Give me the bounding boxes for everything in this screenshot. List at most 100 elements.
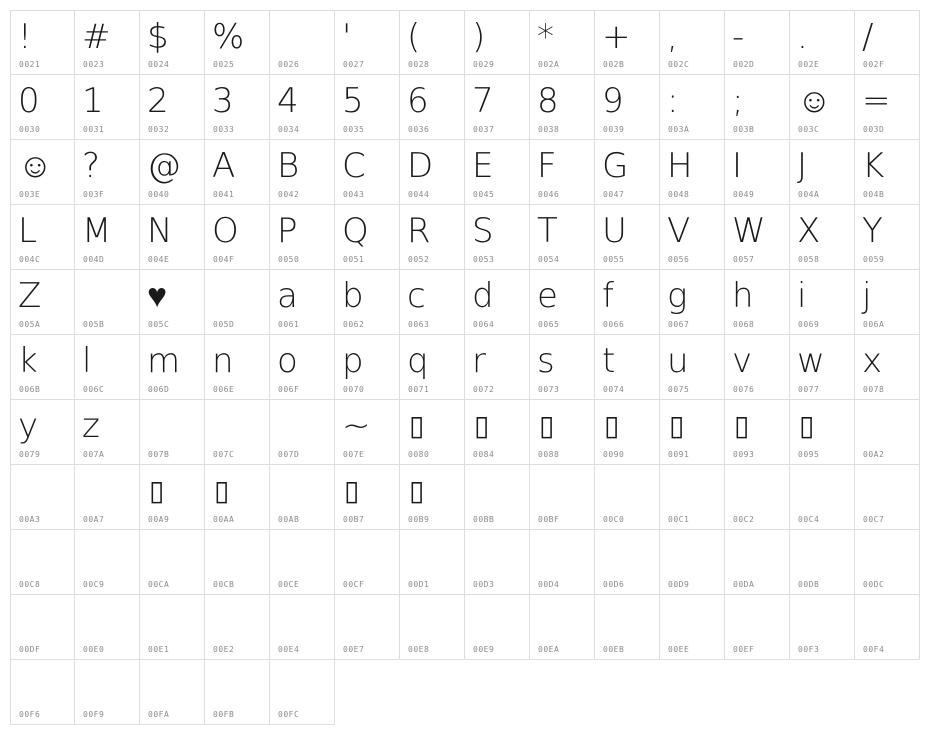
glyph-cell: z 007A (75, 400, 140, 465)
glyph-cell: ☺ 003C (790, 75, 855, 140)
glyph-cell: c 0063 (400, 270, 465, 335)
glyph-sample: ? (82, 146, 101, 186)
glyph-sample: g (667, 276, 688, 316)
glyph-cell: q 0071 (400, 335, 465, 400)
glyph-sample: V (667, 211, 691, 251)
glyph-codepoint-label: 005A (19, 320, 41, 329)
glyph-cell: ▯ 00B7 (335, 465, 400, 530)
glyph-cell: s 0073 (530, 335, 595, 400)
glyph-cell: = 003D (855, 75, 920, 140)
glyph-sample: n (212, 341, 234, 381)
glyph-cell: b 0062 (335, 270, 400, 335)
glyph-cell: w 0077 (790, 335, 855, 400)
glyph-sample: U (602, 211, 627, 251)
glyph-cell: y 0079 (10, 400, 75, 465)
glyph-codepoint-label: 0076 (733, 385, 755, 394)
glyph-codepoint-label: 003A (668, 125, 690, 134)
glyph-codepoint-label: 004C (19, 255, 41, 264)
glyph-cell: Z 005A (10, 270, 75, 335)
glyph-sample: J (797, 146, 808, 186)
glyph-codepoint-label: 0043 (343, 190, 365, 199)
glyph-codepoint-label: 0028 (408, 60, 430, 69)
glyph-codepoint-label: 0045 (473, 190, 495, 199)
glyph-codepoint-label: 00CB (213, 580, 235, 589)
glyph-codepoint-label: 00C9 (83, 580, 105, 589)
glyph-codepoint-label: 00FB (213, 710, 235, 719)
glyph-cell: ▯ 00A9 (140, 465, 205, 530)
glyph-codepoint-label: 005C (148, 320, 170, 329)
glyph-codepoint-label: 0084 (473, 450, 495, 459)
glyph-cell: ~007E (335, 400, 400, 465)
glyph-sample: O (212, 211, 239, 251)
glyph-cell: v 0076 (725, 335, 790, 400)
glyph-cell: S 0053 (465, 205, 530, 270)
glyph-cell: Q 0051 (335, 205, 400, 270)
glyph-codepoint-label: 0052 (408, 255, 430, 264)
glyph-cell: D 0044 (400, 140, 465, 205)
glyph-cell: x 0078 (855, 335, 920, 400)
glyph-codepoint-label: 0047 (603, 190, 625, 199)
glyph-codepoint-label: 00A9 (148, 515, 170, 524)
glyph-codepoint-label: 0091 (668, 450, 690, 459)
glyph-cell: #0023 (75, 10, 140, 75)
glyph-cell: G 0047 (595, 140, 660, 205)
glyph-codepoint-label: 002B (603, 60, 625, 69)
glyph-cell: 00BB (465, 465, 530, 530)
glyph-codepoint-label: 00B9 (408, 515, 430, 524)
glyph-cell: 00C7 (855, 465, 920, 530)
glyph-codepoint-label: 0026 (278, 60, 300, 69)
glyph-cell: 2 0032 (140, 75, 205, 140)
glyph-codepoint-label: 0067 (668, 320, 690, 329)
glyph-codepoint-label: 0065 (538, 320, 560, 329)
glyph-codepoint-label: 0078 (863, 385, 885, 394)
glyph-sample: ▯ (604, 409, 620, 442)
glyph-cell: 007B (140, 400, 205, 465)
glyph-cell: E 0045 (465, 140, 530, 205)
glyph-cell: 00CE (270, 530, 335, 595)
glyph-codepoint-label: 007C (213, 450, 235, 459)
glyph-codepoint-label: 00E8 (408, 645, 430, 654)
glyph-sample: q (407, 341, 429, 381)
glyph-codepoint-label: 00D1 (408, 580, 430, 589)
glyph-cell: 00CA (140, 530, 205, 595)
glyph-codepoint-label: 0021 (19, 60, 41, 69)
glyph-sample: # (82, 17, 111, 57)
glyph-cell: k 006B (10, 335, 75, 400)
glyph-cell: A 0041 (205, 140, 270, 205)
glyph-sample: ☺ (797, 81, 832, 121)
glyph-codepoint-label: 0073 (538, 385, 560, 394)
glyph-codepoint-label: 0025 (213, 60, 235, 69)
glyph-codepoint-label: 00D3 (473, 580, 495, 589)
glyph-sample: @ (147, 146, 181, 186)
glyph-cell: W 0057 (725, 205, 790, 270)
glyph-codepoint-label: 0046 (538, 190, 560, 199)
glyph-codepoint-label: 0062 (343, 320, 365, 329)
glyph-cell: 00C9 (75, 530, 140, 595)
glyph-codepoint-label: 00EB (603, 645, 625, 654)
glyph-codepoint-label: 002E (798, 60, 820, 69)
glyph-codepoint-label: 00C1 (668, 515, 690, 524)
glyph-sample: C (342, 146, 366, 186)
glyph-cell: ♥ 005C (140, 270, 205, 335)
glyph-codepoint-label: 006F (278, 385, 300, 394)
glyph-codepoint-label: 0041 (213, 190, 235, 199)
glyph-cell: C 0043 (335, 140, 400, 205)
glyph-cell: % 0025 (205, 10, 270, 75)
glyph-codepoint-label: 00CA (148, 580, 170, 589)
glyph-codepoint-label: 0030 (19, 125, 41, 134)
glyph-sample: N (147, 211, 173, 251)
glyph-codepoint-label: 00F6 (19, 710, 41, 719)
glyph-cell: 8 0038 (530, 75, 595, 140)
glyph-sample: P (277, 211, 298, 251)
glyph-codepoint-label: 0034 (278, 125, 300, 134)
glyph-cell: . 002E (790, 10, 855, 75)
glyph-codepoint-label: 00EA (538, 645, 560, 654)
glyph-codepoint-label: 0050 (278, 255, 300, 264)
glyph-cell: 00C2 (725, 465, 790, 530)
glyph-sample: h (732, 276, 754, 316)
glyph-codepoint-label: 00EF (733, 645, 755, 654)
glyph-codepoint-label: 00E4 (278, 645, 300, 654)
glyph-codepoint-label: 00C7 (863, 515, 885, 524)
glyph-cell: ▯ 0084 (465, 400, 530, 465)
glyph-cell: Y 0059 (855, 205, 920, 270)
